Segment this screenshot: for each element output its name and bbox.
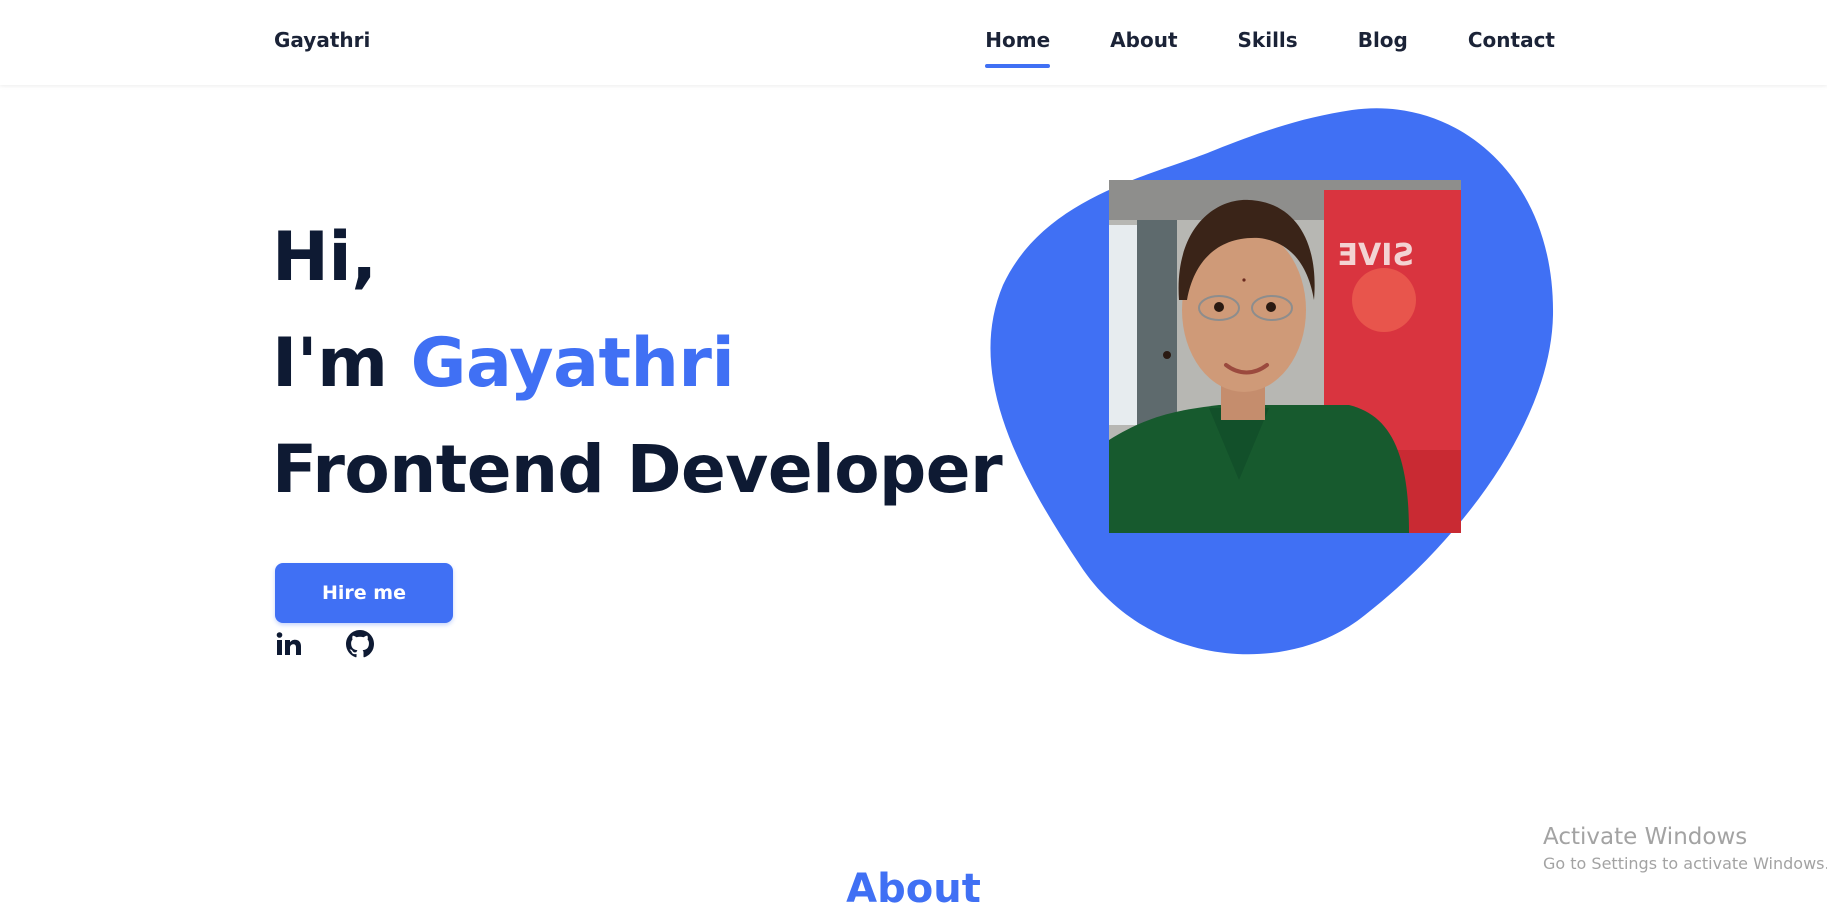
svg-text:SIVE: SIVE: [1338, 238, 1414, 273]
site-header: Gayathri Home About Skills Blog Contact: [0, 0, 1827, 85]
watermark-title: Activate Windows: [1543, 824, 1748, 850]
hero-greeting: Hi,: [272, 218, 377, 297]
about-section-title: About: [846, 866, 981, 912]
hire-me-button[interactable]: Hire me: [275, 563, 453, 623]
hero-role: Frontend Developer: [272, 431, 1003, 508]
hero-intro-prefix: I'm: [272, 324, 388, 403]
hero-intro: I'm Gayathri: [272, 311, 735, 417]
page: Gayathri Home About Skills Blog Contact …: [0, 0, 1827, 912]
profile-photo-image: SIVE: [1109, 180, 1461, 533]
main-nav: Home About Skills Blog Contact: [985, 26, 1555, 68]
nav-item-skills[interactable]: Skills: [1238, 26, 1298, 54]
hero-name: Gayathri: [410, 324, 735, 403]
linkedin-icon[interactable]: [275, 630, 303, 658]
site-logo[interactable]: Gayathri: [274, 26, 370, 54]
nav-item-home[interactable]: Home: [985, 26, 1050, 68]
nav-item-about[interactable]: About: [1110, 26, 1177, 54]
nav-item-contact[interactable]: Contact: [1468, 26, 1555, 54]
nav-item-blog[interactable]: Blog: [1358, 26, 1408, 54]
profile-photo: SIVE: [1109, 180, 1461, 533]
github-icon[interactable]: [346, 630, 374, 658]
